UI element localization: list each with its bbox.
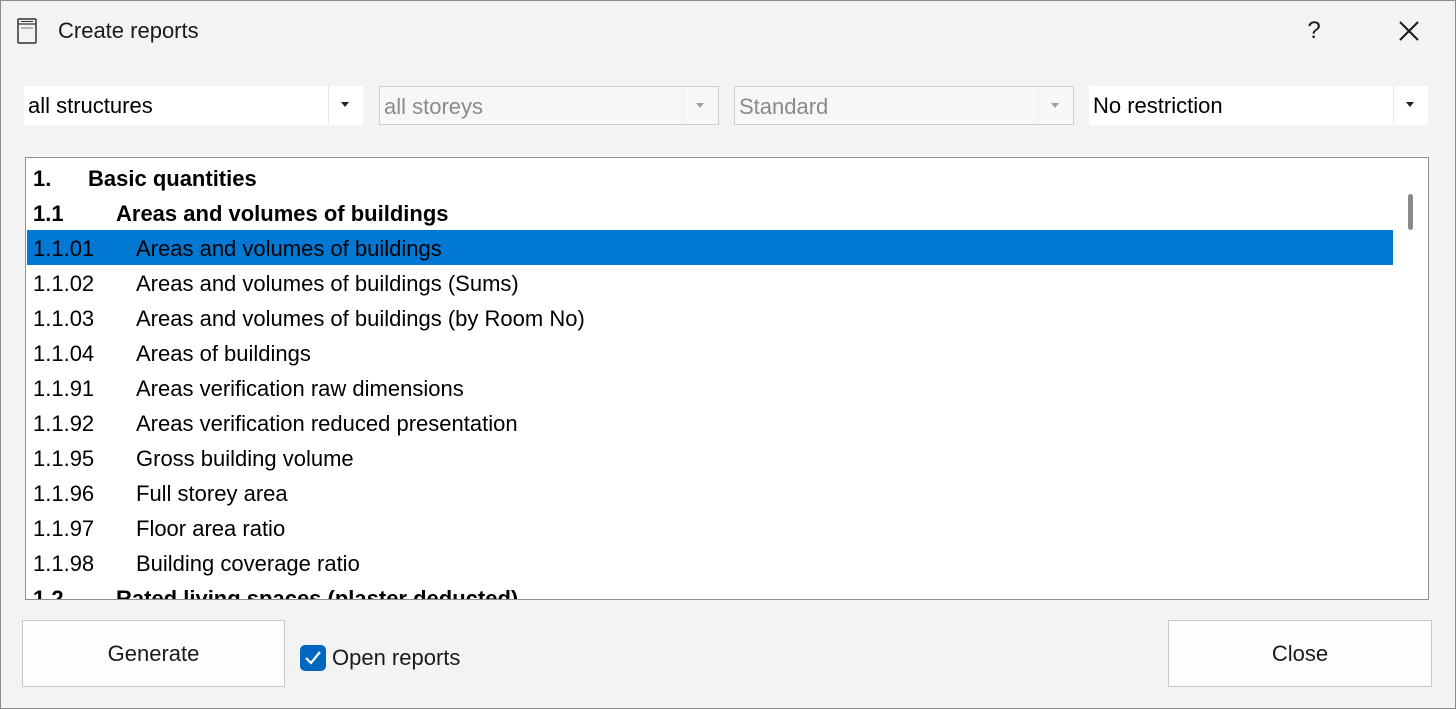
list-item-number: 1.1.98 xyxy=(33,551,95,576)
storey-dropdown: all storeys xyxy=(379,86,719,125)
list-item-number: 1.1.92 xyxy=(33,411,95,436)
list-item-label: Floor area ratio xyxy=(136,516,286,541)
mode-value: Standard xyxy=(739,94,829,119)
list-item-number: 1.1.04 xyxy=(33,341,95,366)
structure-dropdown[interactable]: all structures xyxy=(24,86,363,125)
list-item[interactable]: 1.1.98 Building coverage ratio xyxy=(27,545,1393,580)
list-item-label: Areas verification raw dimensions xyxy=(136,376,464,401)
list-item-number: 1.1 xyxy=(33,201,64,226)
list-item-label: Gross building volume xyxy=(136,446,354,471)
list-item-label: Areas of buildings xyxy=(136,341,311,366)
vertical-scrollbar[interactable] xyxy=(1394,158,1428,599)
restriction-dropdown[interactable]: No restriction xyxy=(1089,86,1428,125)
chevron-down-icon xyxy=(341,102,349,107)
list-item[interactable]: 1.2 Rated living spaces (plaster deducted… xyxy=(27,580,1393,600)
storey-value: all storeys xyxy=(384,94,484,119)
list-item-selected[interactable]: 1.1.01 Areas and volumes of buildings xyxy=(27,230,1393,265)
list-item-number: 1.1.03 xyxy=(33,306,95,331)
window-title: Create reports xyxy=(58,18,199,43)
list-item-number: 1.1.91 xyxy=(33,376,95,401)
list-item-label: Areas verification reduced presentation xyxy=(136,411,518,436)
structure-dropdown-arrow[interactable] xyxy=(328,86,363,125)
list-item[interactable]: 1.1.92 Areas verification reduced present… xyxy=(27,405,1393,440)
list-item-number: 1.1.02 xyxy=(33,271,95,296)
close-button[interactable]: Close xyxy=(1168,620,1432,687)
list-item[interactable]: 1.1.95 Gross building volume xyxy=(27,440,1393,475)
close-window-button[interactable] xyxy=(1387,13,1431,49)
list-item-number: 1. xyxy=(33,166,52,191)
list-item[interactable]: 1.1.03 Areas and volumes of buildings (by… xyxy=(27,300,1393,335)
list-item-label: Building coverage ratio xyxy=(136,551,360,576)
list-item[interactable]: 1.1.91 Areas verification raw dimensions xyxy=(27,370,1393,405)
open-reports-checkbox[interactable] xyxy=(300,645,326,671)
report-notebook-icon xyxy=(17,18,37,44)
list-item-label: Areas and volumes of buildings (Sums) xyxy=(136,271,519,296)
list-item-number: 1.1.97 xyxy=(33,516,95,541)
close-icon xyxy=(1399,21,1419,41)
list-item-number: 1.2 xyxy=(33,586,64,600)
list-item[interactable]: 1.1 Areas and volumes of buildings xyxy=(27,195,1393,230)
structure-value: all structures xyxy=(28,93,153,118)
scrollbar-thumb[interactable] xyxy=(1408,194,1413,230)
checkmark-icon xyxy=(305,651,321,665)
report-list[interactable]: 1.2 Rated living spaces (plaster deducted… xyxy=(25,157,1429,600)
list-item[interactable]: 1. Basic quantities xyxy=(27,160,1393,195)
list-item-label: Basic quantities xyxy=(88,166,257,191)
restriction-value: No restriction xyxy=(1093,93,1223,118)
list-item[interactable]: 1.1.97 Floor area ratio xyxy=(27,510,1393,545)
chevron-down-icon xyxy=(1051,103,1059,108)
restriction-dropdown-arrow[interactable] xyxy=(1393,86,1428,125)
list-item-label: Areas and volumes of buildings (by Room … xyxy=(136,306,585,331)
mode-dropdown: Standard xyxy=(734,86,1074,125)
mode-dropdown-arrow xyxy=(1038,87,1073,124)
chevron-down-icon xyxy=(696,103,704,108)
list-item-label: Full storey area xyxy=(136,481,288,506)
list-item[interactable]: 1.1.04 Areas of buildings xyxy=(27,335,1393,370)
list-item-label: Rated living spaces (plaster deducted) xyxy=(116,586,519,600)
title-bar: Create reports ? xyxy=(1,1,1455,61)
list-item-number: 1.1.95 xyxy=(33,446,95,471)
list-item-label: Areas and volumes of buildings xyxy=(136,236,442,261)
chevron-down-icon xyxy=(1406,102,1414,107)
generate-button[interactable]: Generate xyxy=(22,620,285,687)
open-reports-label[interactable]: Open reports xyxy=(332,645,460,671)
list-item-label: Areas and volumes of buildings xyxy=(116,201,449,226)
storey-dropdown-arrow xyxy=(683,87,718,124)
list-item[interactable]: 1.1.02 Areas and volumes of buildings (Su… xyxy=(27,265,1393,300)
help-button[interactable]: ? xyxy=(1291,13,1337,49)
create-reports-dialog: Create reports ? all structures all stor… xyxy=(0,0,1456,709)
list-item-number: 1.1.96 xyxy=(33,481,95,506)
list-item[interactable]: 1.1.96 Full storey area xyxy=(27,475,1393,510)
list-item-number: 1.1.01 xyxy=(33,236,95,261)
